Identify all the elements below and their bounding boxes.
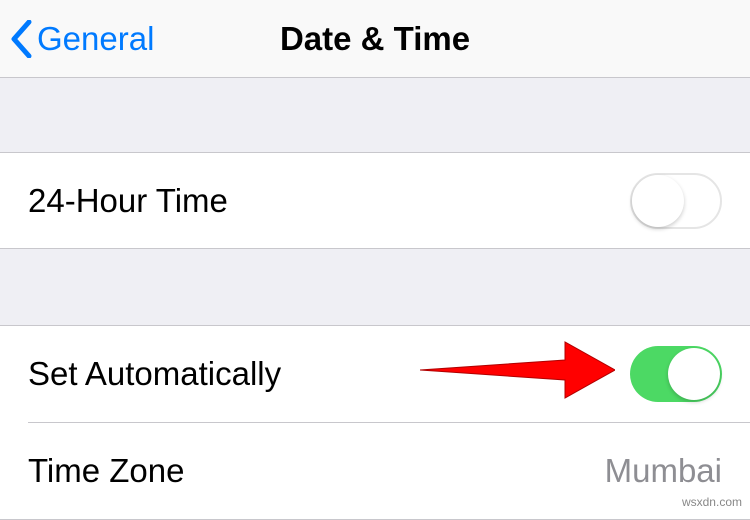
toggle-set-automatically[interactable] bbox=[630, 346, 722, 402]
row-label: 24-Hour Time bbox=[28, 182, 228, 220]
chevron-left-icon bbox=[10, 20, 32, 58]
row-label: Time Zone bbox=[28, 452, 185, 490]
row-24-hour-time: 24-Hour Time bbox=[0, 152, 750, 249]
section-spacer bbox=[0, 78, 750, 152]
page-title: Date & Time bbox=[280, 20, 470, 58]
toggle-knob bbox=[668, 348, 720, 400]
row-time-zone[interactable]: Time Zone Mumbai bbox=[0, 423, 750, 520]
toggle-24-hour-time[interactable] bbox=[630, 173, 722, 229]
section-spacer bbox=[0, 249, 750, 325]
watermark: wsxdn.com bbox=[682, 495, 742, 509]
back-button[interactable]: General bbox=[0, 20, 154, 58]
back-label: General bbox=[37, 20, 154, 58]
navigation-bar: General Date & Time bbox=[0, 0, 750, 78]
row-label: Set Automatically bbox=[28, 355, 281, 393]
row-value: Mumbai bbox=[605, 452, 722, 490]
row-set-automatically: Set Automatically bbox=[0, 325, 750, 422]
toggle-knob bbox=[632, 175, 684, 227]
section-auto-timezone: Set Automatically Time Zone Mumbai bbox=[0, 325, 750, 520]
